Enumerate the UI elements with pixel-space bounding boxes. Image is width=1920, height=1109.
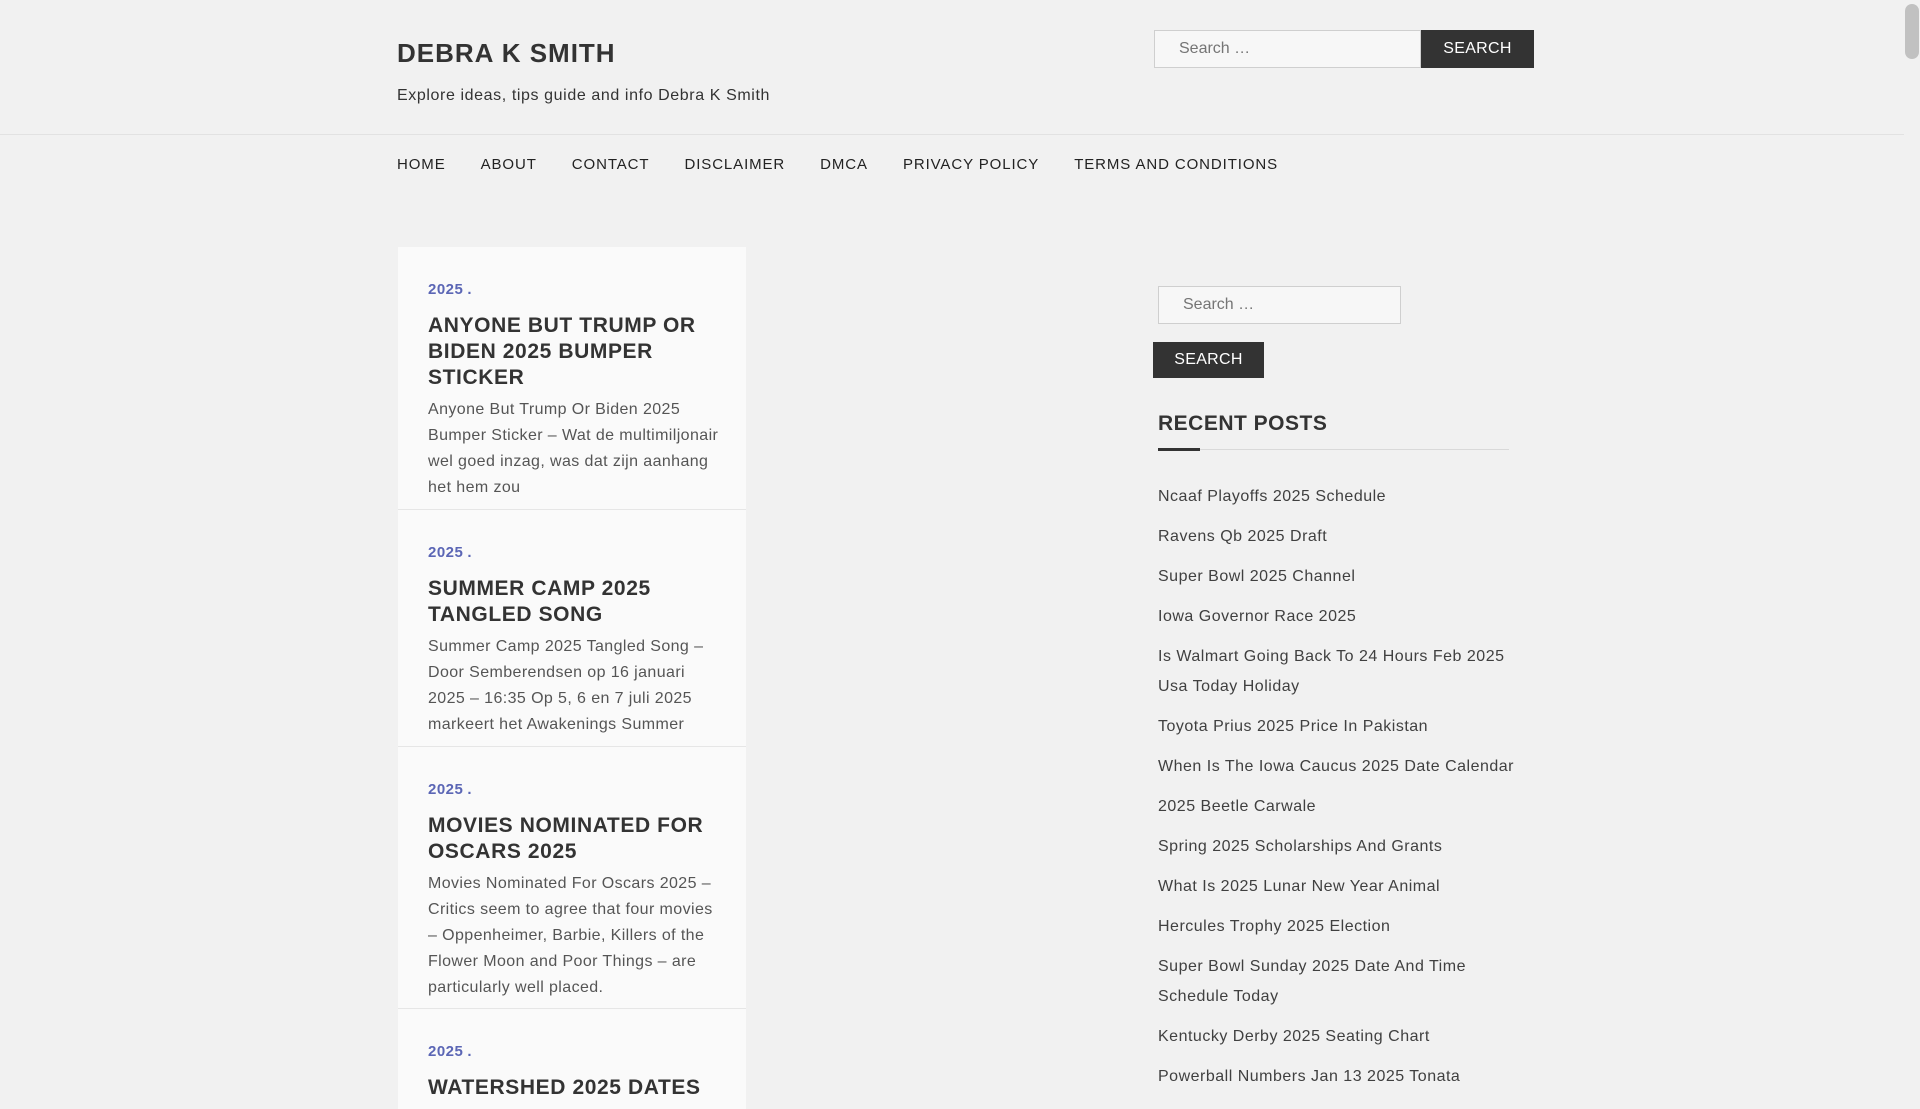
site-header: DEBRA K SMITH Explore ideas, tips guide … <box>0 0 1904 135</box>
post-excerpt: Movies Nominated For Oscars 2025 – Criti… <box>428 875 713 996</box>
heading-underline <box>1158 448 1200 451</box>
post-card: 2025. ANYONE BUT TRUMP OR BIDEN 2025 BUM… <box>398 247 746 510</box>
recent-post-link[interactable]: Powerball Numbers Jan 13 2025 Tonata <box>1158 1062 1514 1092</box>
post-category: 2025. <box>428 281 472 298</box>
recent-post-link[interactable]: What Is 2025 Lunar New Year Animal <box>1158 872 1514 902</box>
recent-post-link[interactable]: Toyota Prius 2025 Price In Pakistan <box>1158 712 1514 742</box>
nav-dmca[interactable]: DMCA <box>820 156 868 173</box>
header-search-button[interactable]: SEARCH <box>1421 30 1534 68</box>
post-card: 2025. MOVIES NOMINATED FOR OSCARS 2025 M… <box>398 747 746 1009</box>
site-title[interactable]: DEBRA K SMITH <box>397 38 616 69</box>
recent-post-link[interactable]: Iowa Governor Race 2025 <box>1158 602 1514 632</box>
nav-about[interactable]: ABOUT <box>481 156 537 173</box>
recent-post-link[interactable]: Is Walmart Going Back To 24 Hours Feb 20… <box>1158 642 1514 702</box>
heading-divider <box>1158 449 1509 450</box>
category-separator: . <box>467 1043 473 1060</box>
main-navigation: HOME ABOUT CONTACT DISCLAIMER DMCA PRIVA… <box>397 156 1313 173</box>
post-card: 2025. SUMMER CAMP 2025 TANGLED SONG Summ… <box>398 510 746 747</box>
sidebar-search-button[interactable]: SEARCH <box>1153 342 1264 378</box>
nav-privacy-policy[interactable]: PRIVACY POLICY <box>903 156 1039 173</box>
recent-post-link[interactable]: 2025 Beetle Carwale <box>1158 792 1514 822</box>
site-description: Explore ideas, tips guide and info Debra… <box>397 87 770 104</box>
post-category: 2025. <box>428 544 472 561</box>
category-separator: . <box>467 781 473 798</box>
category-link[interactable]: 2025 <box>428 1043 463 1060</box>
recent-posts-heading: RECENT POSTS <box>1158 412 1328 435</box>
post-excerpt: Summer Camp 2025 Tangled Song – Door Sem… <box>428 638 704 733</box>
header-search-form: Search … SEARCH <box>1154 30 1534 68</box>
post-title[interactable]: SUMMER CAMP 2025 TANGLED SONG <box>428 576 728 628</box>
post-title[interactable]: ANYONE BUT TRUMP OR BIDEN 2025 BUMPER ST… <box>428 313 728 391</box>
nav-contact[interactable]: CONTACT <box>572 156 650 173</box>
recent-post-link[interactable]: Ravens Qb 2025 Draft <box>1158 522 1514 552</box>
recent-post-link[interactable]: Spring 2025 Scholarships And Grants <box>1158 832 1514 862</box>
recent-posts-list: Ncaaf Playoffs 2025 Schedule Ravens Qb 2… <box>1158 482 1514 1102</box>
post-title[interactable]: MOVIES NOMINATED FOR OSCARS 2025 <box>428 813 728 865</box>
post-card: 2025. WATERSHED 2025 DATES <box>398 1009 746 1109</box>
category-separator: . <box>467 544 473 561</box>
recent-post-link[interactable]: Ncaaf Playoffs 2025 Schedule <box>1158 482 1514 512</box>
recent-post-link[interactable]: When Is The Iowa Caucus 2025 Date Calend… <box>1158 752 1514 782</box>
nav-home[interactable]: HOME <box>397 156 446 173</box>
recent-post-link[interactable]: Super Bowl Sunday 2025 Date And Time Sch… <box>1158 952 1514 1012</box>
category-separator: . <box>467 281 473 298</box>
sidebar-search-input[interactable]: Search … <box>1158 286 1401 324</box>
category-link[interactable]: 2025 <box>428 544 463 561</box>
recent-post-link[interactable]: Kentucky Derby 2025 Seating Chart <box>1158 1022 1514 1052</box>
page-scrollbar[interactable] <box>1904 0 1920 1080</box>
category-link[interactable]: 2025 <box>428 781 463 798</box>
category-link[interactable]: 2025 <box>428 281 463 298</box>
post-title[interactable]: WATERSHED 2025 DATES <box>428 1075 728 1101</box>
nav-terms-and-conditions[interactable]: TERMS AND CONDITIONS <box>1074 156 1278 173</box>
header-search-input[interactable]: Search … <box>1154 30 1421 68</box>
recent-post-link[interactable]: Super Bowl 2025 Channel <box>1158 562 1514 592</box>
nav-disclaimer[interactable]: DISCLAIMER <box>684 156 785 173</box>
post-excerpt: Anyone But Trump Or Biden 2025 Bumper St… <box>428 401 719 496</box>
scrollbar-thumb[interactable] <box>1905 4 1919 59</box>
post-category: 2025. <box>428 1043 472 1060</box>
recent-post-link[interactable]: Hercules Trophy 2025 Election <box>1158 912 1514 942</box>
post-list: 2025. ANYONE BUT TRUMP OR BIDEN 2025 BUM… <box>398 247 746 1109</box>
post-category: 2025. <box>428 781 472 798</box>
